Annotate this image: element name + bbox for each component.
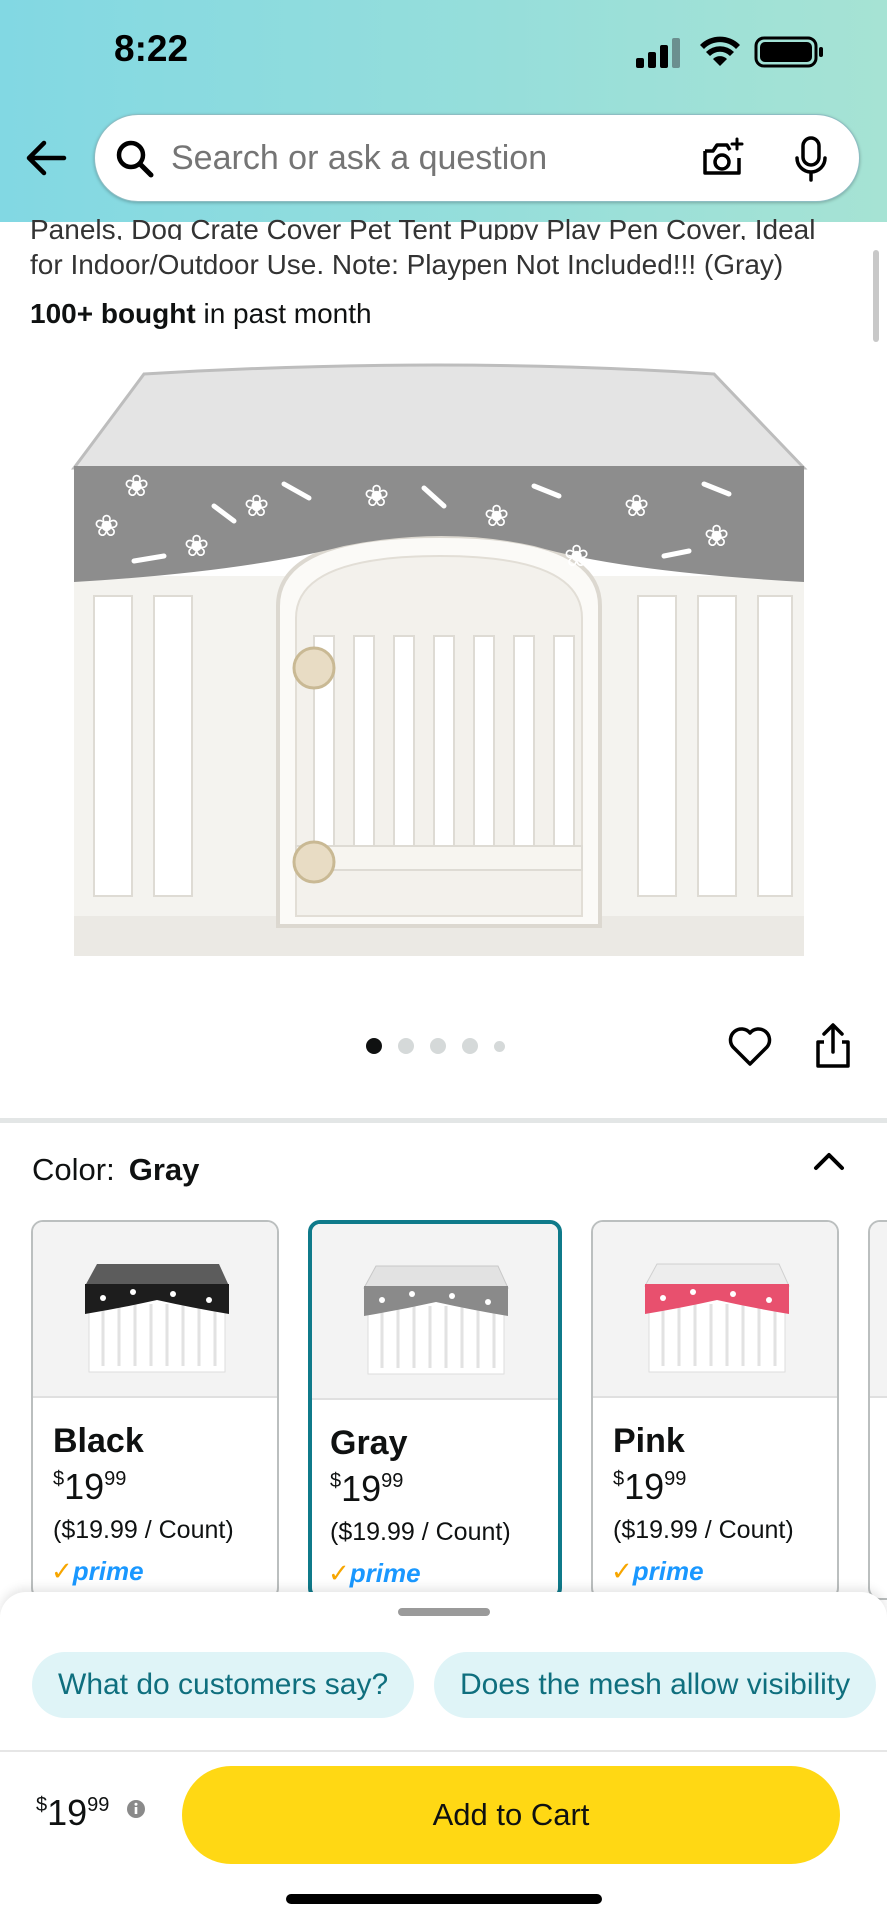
share-icon[interactable] bbox=[812, 1022, 854, 1070]
info-icon[interactable] bbox=[126, 1799, 146, 1819]
color-option-pink[interactable]: Pink $1999 ($19.99 / Count) ✓prime bbox=[591, 1220, 839, 1600]
svg-text:❀: ❀ bbox=[364, 479, 389, 514]
svg-text:❀: ❀ bbox=[94, 509, 119, 544]
svg-text:❀: ❀ bbox=[184, 529, 209, 564]
color-option-price: $1999 bbox=[613, 1466, 687, 1507]
prime-badge: ✓prime bbox=[328, 1558, 421, 1588]
add-to-cart-button[interactable]: Add to Cart bbox=[182, 1766, 840, 1864]
unit-price: ($19.99 / Count) bbox=[53, 1516, 234, 1544]
microphone-icon[interactable] bbox=[791, 135, 831, 183]
color-option-price: $1999 bbox=[53, 1466, 127, 1507]
product-title-line: for Indoor/Outdoor Use. Note: Playpen No… bbox=[30, 249, 784, 280]
battery-icon bbox=[754, 36, 823, 68]
bottom-sheet: What do customers say? Does the mesh all… bbox=[0, 1592, 887, 1920]
product-image[interactable]: ❀❀❀ ❀❀ ❀ ❀❀❀ bbox=[64, 356, 824, 960]
pagination-dot[interactable] bbox=[430, 1038, 446, 1054]
color-option-price: $1999 bbox=[330, 1468, 404, 1509]
question-chip[interactable]: Does the mesh allow visibility bbox=[434, 1652, 877, 1718]
pagination-dot[interactable] bbox=[462, 1038, 478, 1054]
color-option-black[interactable]: Black $1999 ($19.99 / Count) ✓prime bbox=[31, 1220, 279, 1600]
search-bar[interactable] bbox=[94, 114, 860, 202]
scrollbar[interactable] bbox=[873, 250, 879, 342]
color-label: Color: Gray bbox=[32, 1152, 200, 1187]
product-title-line: Panels, Dog Crate Cover Pet Tent Puppy P… bbox=[30, 214, 816, 240]
camera-icon[interactable] bbox=[699, 135, 747, 183]
back-arrow-icon[interactable] bbox=[22, 134, 70, 182]
selected-color: Gray bbox=[128, 1152, 200, 1187]
pagination-dot[interactable] bbox=[494, 1040, 505, 1052]
status-time: 8:22 bbox=[114, 28, 189, 69]
color-thumbnail bbox=[870, 1222, 887, 1398]
pagination-dot[interactable] bbox=[366, 1038, 382, 1054]
pagination-dot[interactable] bbox=[398, 1038, 414, 1054]
question-chip[interactable]: What do customers say? bbox=[32, 1652, 415, 1718]
color-option-gray[interactable]: Gray $1999 ($19.99 / Count) ✓prime bbox=[308, 1220, 562, 1600]
sheet-drag-handle[interactable] bbox=[398, 1608, 490, 1616]
svg-text:❀: ❀ bbox=[704, 519, 729, 554]
svg-text:❀: ❀ bbox=[624, 489, 649, 524]
header: 8:22 bbox=[0, 0, 887, 222]
heart-icon[interactable] bbox=[726, 1024, 774, 1068]
unit-price: ($19.99 / Count) bbox=[330, 1518, 511, 1546]
svg-text:❀: ❀ bbox=[244, 489, 269, 524]
color-thumbnail bbox=[312, 1224, 558, 1400]
color-option-name: Black bbox=[53, 1422, 144, 1460]
color-option-name: Gray bbox=[330, 1424, 408, 1462]
color-option-name: Pink bbox=[613, 1422, 685, 1460]
sheet-divider bbox=[0, 1750, 887, 1752]
wifi-icon bbox=[700, 36, 740, 66]
color-option-more[interactable] bbox=[868, 1220, 887, 1600]
color-thumbnail bbox=[33, 1222, 277, 1398]
svg-text:❀: ❀ bbox=[564, 539, 589, 574]
search-icon bbox=[116, 140, 154, 178]
status-icons bbox=[636, 36, 823, 68]
svg-text:❀: ❀ bbox=[484, 499, 509, 534]
prime-badge: ✓prime bbox=[51, 1556, 144, 1586]
bought-count: 100+ bought in past month bbox=[30, 298, 372, 329]
color-thumbnail bbox=[593, 1222, 837, 1398]
signal-icon bbox=[636, 38, 680, 68]
image-pagination[interactable] bbox=[366, 1036, 505, 1056]
home-indicator[interactable] bbox=[286, 1894, 602, 1904]
chevron-up-icon[interactable] bbox=[810, 1146, 848, 1176]
unit-price: ($19.99 / Count) bbox=[613, 1516, 794, 1544]
svg-text:❀: ❀ bbox=[124, 469, 149, 504]
section-divider bbox=[0, 1118, 887, 1123]
search-input[interactable] bbox=[171, 139, 591, 178]
buy-box-price: $1999 bbox=[36, 1792, 110, 1833]
prime-badge: ✓prime bbox=[611, 1556, 704, 1586]
